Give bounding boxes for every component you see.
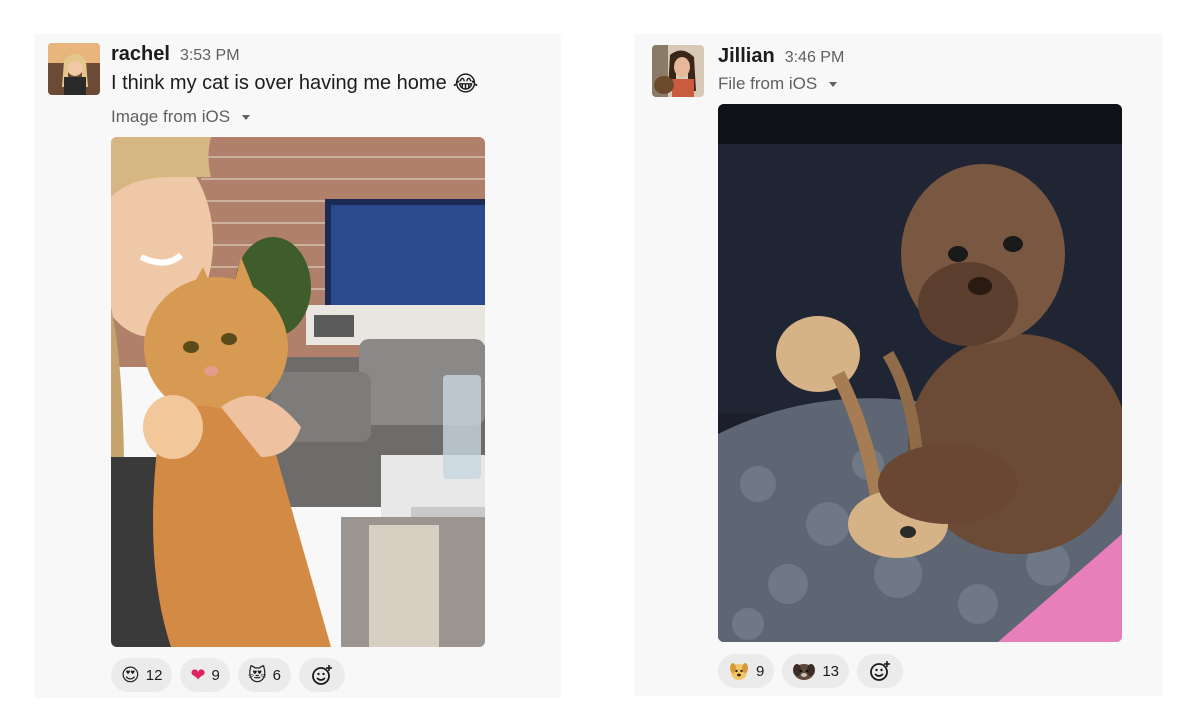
add-reaction-icon [312,665,332,685]
message-text: I think my cat is over having me home 😂 [111,72,478,95]
author-name[interactable]: rachel [111,43,170,66]
reaction-heart-eyes-cat[interactable]: 😻 6 [237,658,291,692]
heart-eyes-emoji-icon: 😍 [121,665,140,685]
message-header: rachel 3:53 PM [111,43,240,66]
reaction-count: 6 [272,666,281,684]
caret-down-icon [829,81,838,87]
dog-photo-custom-emoji-icon [793,664,816,680]
caret-down-icon [242,114,251,120]
timestamp[interactable]: 3:53 PM [180,47,240,65]
reaction-dog-photo-custom[interactable]: 13 [782,654,850,688]
reaction-count: 13 [822,662,840,680]
message-card-rachel: rachel 3:53 PM I think my cat is over ha… [34,34,561,698]
avatar[interactable] [652,45,704,97]
author-name[interactable]: Jillian [718,45,775,68]
heart-eyes-cat-emoji-icon: 😻 [247,665,267,685]
add-reaction-button[interactable] [857,654,904,688]
reaction-count: 9 [756,662,765,680]
red-heart-emoji-icon: ❤ [190,665,206,685]
dog-custom-emoji-icon [730,663,748,680]
reaction-heart-eyes[interactable]: 😍 12 [111,658,173,692]
reactions-bar: 😍 12 ❤ 9 😻 6 [111,658,345,692]
reaction-dog-custom[interactable]: 9 [718,654,775,688]
message-card-jillian: Jillian 3:46 PM File from iOS 9 13 [634,34,1162,696]
timestamp[interactable]: 3:46 PM [785,49,845,67]
add-reaction-icon [870,661,891,681]
cat-photo[interactable] [111,137,485,647]
avatar[interactable] [48,43,100,95]
dog-photo[interactable] [718,104,1122,642]
reactions-bar: 9 13 [718,654,904,688]
message-body: I think my cat is over having me home [111,72,447,94]
file-label-text: Image from iOS [111,107,231,126]
file-label-dropdown[interactable]: Image from iOS [111,107,251,127]
reaction-count: 9 [211,666,220,684]
file-label-dropdown[interactable]: File from iOS [718,74,838,94]
reaction-red-heart[interactable]: ❤ 9 [180,658,230,692]
laughing-tears-emoji-icon: 😂 [452,70,479,96]
add-reaction-button[interactable] [299,658,345,692]
file-label-text: File from iOS [718,74,818,93]
message-header: Jillian 3:46 PM [718,45,844,68]
reaction-count: 12 [145,666,163,684]
